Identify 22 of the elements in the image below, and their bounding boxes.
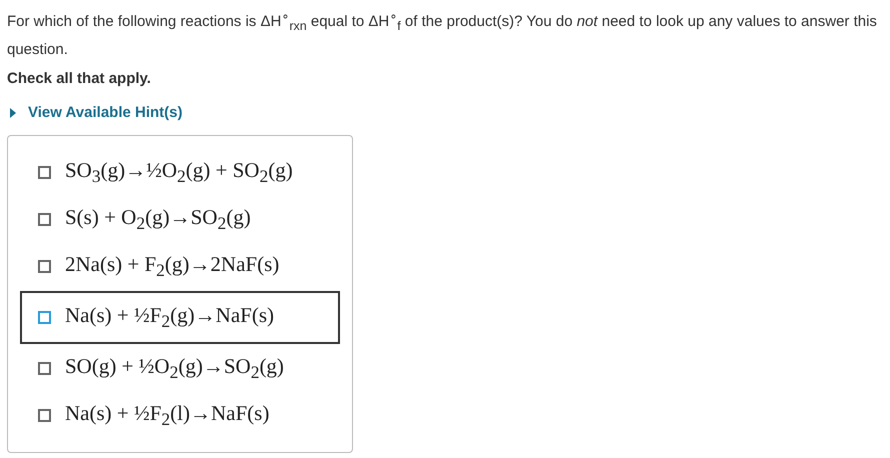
- checkbox[interactable]: [38, 213, 51, 226]
- checkbox[interactable]: [38, 260, 51, 273]
- equation-text: SO$_{3}$(g)→½O$_{2}$(g) + SO$_{2}$(g): [65, 158, 293, 188]
- answer-option[interactable]: SO$_{3}$(g)→½O$_{2}$(g) + SO$_{2}$(g): [20, 151, 340, 195]
- answer-option[interactable]: S(s) + O$_{2}$(g)→SO$_{2}$(g): [20, 198, 340, 242]
- answer-option[interactable]: Na(s) + ½F$_{2}$(g)→NaF(s): [20, 291, 340, 344]
- answer-option[interactable]: SO(g) + ½O$_{2}$(g)→SO$_{2}$(g): [20, 346, 340, 390]
- checkbox[interactable]: [38, 408, 51, 422]
- equation-text: Na(s) + ½F$_{2}$(l)→NaF(s): [65, 400, 270, 430]
- checkbox[interactable]: [38, 166, 51, 180]
- caret-icon: [10, 108, 16, 118]
- checkbox[interactable]: [38, 362, 51, 375]
- hint-link[interactable]: View Available Hint(s): [7, 104, 182, 121]
- instruction-text: Check all that apply.: [7, 70, 152, 87]
- equation-text: Na(s) + ½F$_{2}$(g)→NaF(s): [65, 302, 274, 332]
- question-text: For which of the following reactions is ΔH$^{∘}$$_{rxn}$ equal to ΔH$^{∘}$$_{f}$ of the product(s)? You do not need to look up any values to answer this question.: [7, 8, 878, 60]
- answer-option[interactable]: Na(s) + ½F$_{2}$(l)→NaF(s): [20, 393, 340, 437]
- equation-text: S(s) + O$_{2}$(g)→SO$_{2}$(g): [65, 204, 251, 234]
- equation-text: SO(g) + ½O$_{2}$(g)→SO$_{2}$(g): [65, 354, 284, 384]
- checkbox[interactable]: [38, 310, 51, 324]
- equation-text: 2Na(s) + F$_{2}$(g)→2NaF(s): [65, 252, 280, 281]
- answer-option[interactable]: 2Na(s) + F$_{2}$(g)→2NaF(s): [20, 244, 340, 288]
